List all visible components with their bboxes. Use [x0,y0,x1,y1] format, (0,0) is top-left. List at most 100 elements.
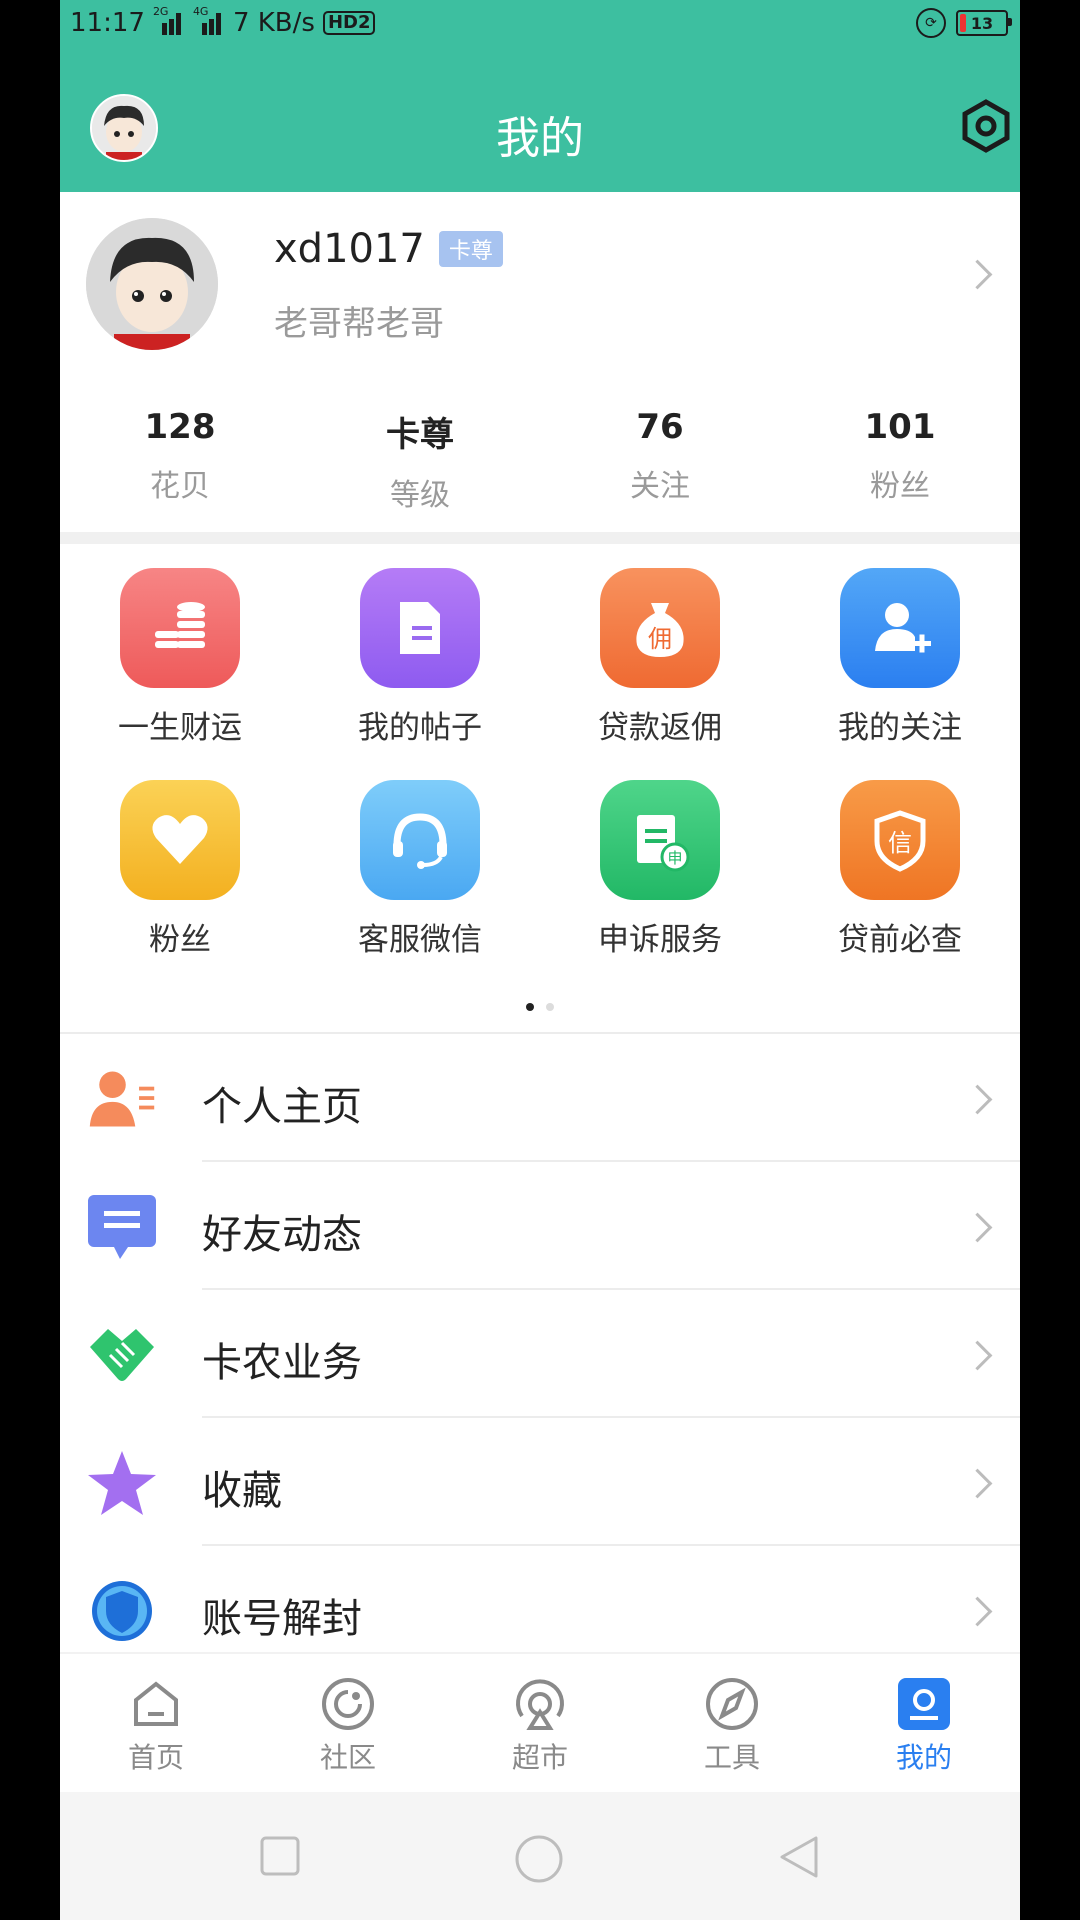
tab-label: 工具 [703,1741,760,1774]
add-user-icon [840,568,960,688]
list-item-label: 收藏 [202,1468,282,1514]
profile-icon [896,1676,952,1732]
grid-label: 申诉服务 [598,922,722,958]
back-icon[interactable] [776,1834,822,1884]
grid-label: 一生财运 [118,710,242,746]
stat-label: 关注 [630,469,690,504]
community-icon [320,1676,376,1732]
grid-item-check[interactable]: 信 贷前必查 [780,780,1020,959]
settings-icon[interactable] [958,98,1014,154]
grid-label: 粉丝 [149,922,211,958]
grid-item-service[interactable]: 客服微信 [300,780,540,959]
status-time: 11:17 [70,8,145,38]
page-indicator [60,996,1020,1015]
list-item-friends[interactable]: 好友动态 [60,1162,1020,1290]
svg-text:佣: 佣 [648,625,672,653]
stat-value: 101 [864,407,936,447]
stat-item[interactable]: 卡尊 等级 [300,407,540,514]
list-item-homepage[interactable]: 个人主页 [60,1034,1020,1162]
grid-item-following[interactable]: 我的关注 [780,568,1020,747]
rotation-lock-icon: ⟳ [916,8,946,38]
tab-label: 社区 [319,1741,376,1774]
grid-label: 我的帖子 [358,710,482,746]
chevron-right-icon [962,1212,993,1243]
signal-icon-2: 4G [193,5,225,35]
list-item-business[interactable]: 卡农业务 [60,1290,1020,1418]
stat-item[interactable]: 76 关注 [540,407,780,514]
grid-item-posts[interactable]: 我的帖子 [300,568,540,747]
app-header: 我的 [60,50,1020,192]
clipboard-icon: 申 [600,780,720,900]
list-item-label: 账号解封 [202,1596,362,1642]
avatar[interactable] [86,218,218,350]
feature-grid: 一生财运 我的帖子 佣 贷款返佣 我的关注 粉丝 客服微信 申 申诉服务 信 贷… [60,544,1020,1032]
grid-item-fans[interactable]: 粉丝 [60,780,300,959]
svg-text:信: 信 [888,829,912,857]
page-dot [546,1003,554,1011]
chevron-right-icon [962,259,993,290]
stat-label: 等级 [390,478,450,513]
page-dot-active [526,1003,534,1011]
market-icon [512,1676,568,1732]
grid-item-appeal[interactable]: 申 申诉服务 [540,780,780,959]
signal-icon: 2G [153,5,185,35]
chevron-right-icon [962,1340,993,1371]
bottom-tab-bar: 首页 社区 超市 工具 我的 [60,1652,1020,1794]
stat-label: 粉丝 [870,469,930,504]
handshake-icon [86,1322,158,1388]
stats-row: 128 花贝 卡尊 等级 76 关注 101 粉丝 [60,407,1020,514]
username: xd1017 [274,226,425,272]
grid-item-fortune[interactable]: 一生财运 [60,568,300,747]
chevron-right-icon [962,1596,993,1627]
tab-label: 首页 [127,1741,184,1774]
headset-icon [360,780,480,900]
stat-value: 卡尊 [386,415,454,455]
home-button-icon[interactable] [514,1834,564,1888]
stat-label: 花贝 [150,469,210,504]
stat-item[interactable]: 101 粉丝 [780,407,1020,514]
tab-market[interactable]: 超市 [444,1654,636,1794]
hd-icon: HD2 [322,11,376,35]
heart-icon [120,780,240,900]
level-badge: 卡尊 [438,231,503,267]
grid-label: 我的关注 [838,710,962,746]
grid-item-commission[interactable]: 佣 贷款返佣 [540,568,780,747]
network-speed: 7 KB/s [232,8,315,38]
battery-icon: 13 [956,10,1012,36]
phone-screen: 11:17 2G 4G 7 KB/s HD2 ⟳ 13 我的 xd1017 卡尊… [60,0,1020,1920]
person-icon [86,1066,158,1132]
shield-badge-icon [86,1578,158,1644]
star-icon [86,1450,158,1516]
shield-icon: 信 [840,780,960,900]
stat-value: 76 [636,407,684,447]
tab-profile[interactable]: 我的 [828,1654,1020,1794]
grid-label: 贷款返佣 [598,710,722,746]
grid-label: 客服微信 [358,922,482,958]
system-navigation-bar [60,1792,1020,1920]
grid-label: 贷前必查 [838,922,962,958]
list-item-label: 个人主页 [202,1084,362,1130]
tab-label: 我的 [895,1741,952,1774]
status-bar: 11:17 2G 4G 7 KB/s HD2 ⟳ 13 [60,0,1020,50]
money-bag-icon: 佣 [600,568,720,688]
menu-list: 个人主页 好友动态 卡农业务 收藏 账号解封 [60,1034,1020,1674]
list-item-favorites[interactable]: 收藏 [60,1418,1020,1546]
compass-icon [704,1676,760,1732]
user-signature: 老哥帮老哥 [274,304,444,344]
profile-card[interactable]: xd1017 卡尊 老哥帮老哥 128 花贝 卡尊 等级 76 关注 101 粉… [60,192,1020,532]
recent-apps-icon[interactable] [258,1834,302,1882]
stat-item[interactable]: 128 花贝 [60,407,300,514]
section-divider [60,532,1020,544]
tab-community[interactable]: 社区 [252,1654,444,1794]
message-icon [86,1194,158,1260]
tab-home[interactable]: 首页 [60,1654,252,1794]
tab-tools[interactable]: 工具 [636,1654,828,1794]
page-title: 我的 [496,113,584,164]
list-item-label: 卡农业务 [202,1340,362,1386]
chevron-right-icon [962,1084,993,1115]
coins-icon [120,568,240,688]
list-item-label: 好友动态 [202,1212,362,1258]
stat-value: 128 [144,407,216,447]
svg-text:申: 申 [667,849,682,867]
document-icon [360,568,480,688]
